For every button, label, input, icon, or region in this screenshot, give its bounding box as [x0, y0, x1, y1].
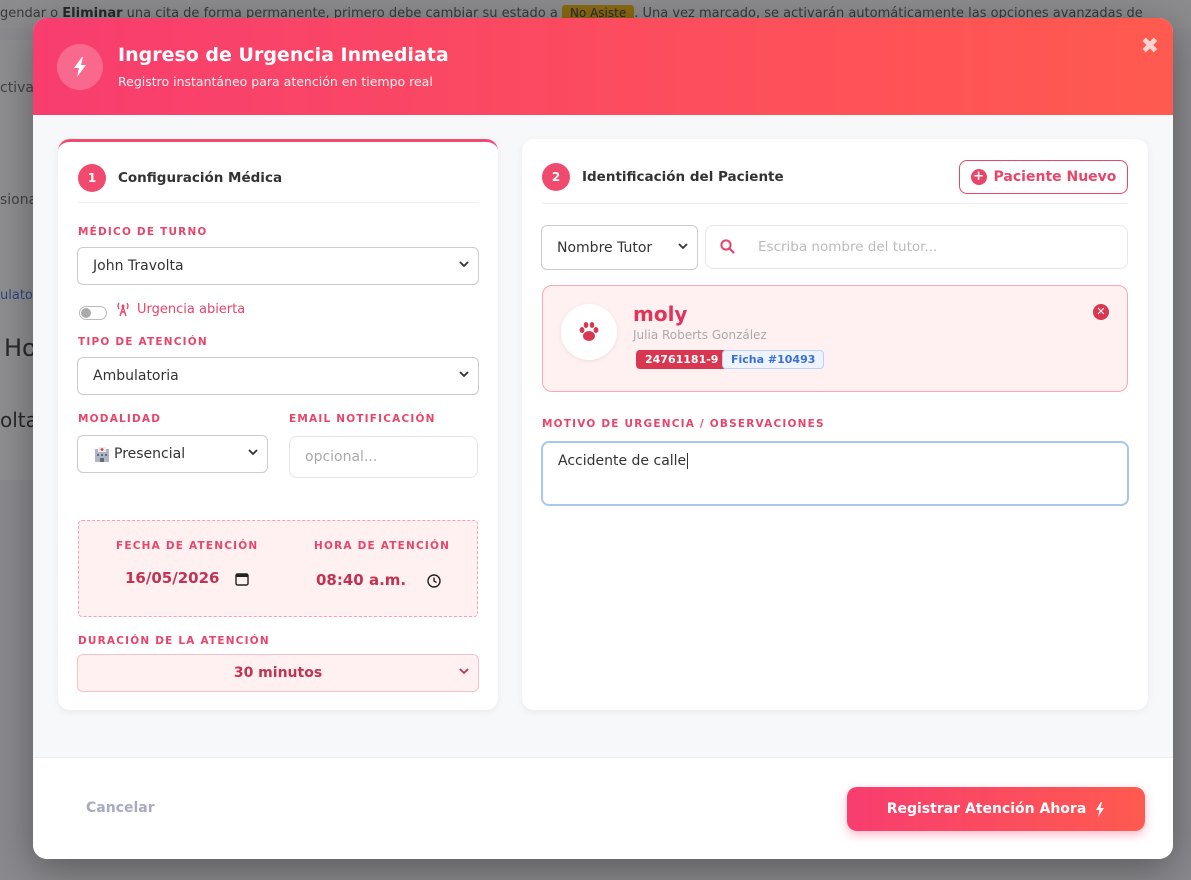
reason-textarea[interactable]: Accidente de calle	[541, 441, 1129, 506]
search-type-select[interactable]: Nombre Tutor	[541, 225, 698, 270]
doctor-label: MÉDICO DE TURNO	[78, 226, 208, 238]
text-cursor	[687, 453, 689, 469]
divider	[542, 203, 1128, 204]
date-time-box: FECHA DE ATENCIÓN 16/05/2026 HORA DE ATE…	[78, 520, 478, 617]
modal-footer: Cancelar Registrar Atención Ahora	[33, 757, 1173, 859]
medical-config-card: 1 Configuración Médica MÉDICO DE TURNO J…	[58, 139, 498, 710]
lightning-icon	[57, 44, 103, 90]
calendar-icon[interactable]	[235, 571, 249, 590]
new-patient-button[interactable]: + Paciente Nuevo	[959, 160, 1128, 194]
date-input[interactable]: 16/05/2026	[125, 569, 219, 587]
urgency-toggle-label: Urgencia abierta	[137, 302, 246, 317]
step-header: 1 Configuración Médica	[78, 164, 282, 192]
duration-value: 30 minutos	[233, 665, 323, 681]
register-attention-label: Registrar Atención Ahora	[886, 801, 1087, 817]
email-placeholder: opcional...	[305, 449, 378, 465]
modality-select[interactable]: Presencial	[77, 435, 268, 473]
search-placeholder: Escriba nombre del tutor...	[758, 239, 938, 255]
modality-value: Presencial	[114, 446, 186, 462]
step-number: 1	[78, 164, 106, 192]
patient-owner: Julia Roberts González	[633, 328, 767, 342]
modal-title: Ingreso de Urgencia Inmediata	[118, 44, 449, 66]
chevron-down-icon	[248, 447, 258, 460]
doctor-select-value: John Travolta	[93, 258, 184, 274]
attention-type-select[interactable]: Ambulatoria	[77, 357, 479, 395]
time-input[interactable]: 08:40 a.m.	[316, 571, 406, 589]
search-icon	[720, 239, 735, 258]
times-circle-icon[interactable]: ✕	[1093, 304, 1109, 320]
toggle-knob	[81, 308, 91, 318]
email-field[interactable]: opcional...	[289, 436, 478, 478]
chevron-down-icon	[459, 369, 469, 382]
register-attention-button[interactable]: Registrar Atención Ahora	[847, 787, 1145, 831]
divider	[78, 202, 478, 203]
modal-header: Ingreso de Urgencia Inmediata Registro i…	[33, 18, 1173, 115]
step-title: Configuración Médica	[118, 170, 283, 186]
clock-icon[interactable]	[427, 573, 441, 592]
modal-subtitle: Registro instantáneo para atención en ti…	[118, 74, 433, 89]
search-input[interactable]: Escriba nombre del tutor...	[705, 225, 1128, 269]
patient-file-badge: Ficha #10493	[722, 350, 825, 369]
urgency-toggle[interactable]	[79, 306, 107, 320]
close-icon[interactable]: ✖	[1141, 34, 1159, 59]
reason-label: MOTIVO DE URGENCIA / OBSERVACIONES	[542, 418, 825, 430]
patient-id-card: 2 Identificación del Paciente + Paciente…	[522, 139, 1148, 710]
broadcast-tower-icon	[115, 301, 131, 321]
lightning-icon	[1095, 801, 1105, 817]
plus-circle-icon: +	[970, 169, 987, 185]
patient-name: moly	[633, 302, 688, 326]
duration-select[interactable]: 30 minutos	[77, 654, 479, 692]
patient-rut-badge: 24761181-9	[636, 350, 728, 369]
selected-patient-card: moly Julia Roberts González 24761181-9 F…	[542, 285, 1128, 392]
duration-label: DURACIÓN DE LA ATENCIÓN	[78, 635, 270, 647]
step-title: Identificación del Paciente	[582, 169, 784, 185]
chevron-down-icon	[459, 666, 469, 679]
reason-value: Accidente de calle	[558, 453, 687, 469]
chevron-down-icon	[678, 241, 688, 254]
paw-icon	[561, 304, 617, 360]
urgency-modal: Ingreso de Urgencia Inmediata Registro i…	[33, 18, 1173, 859]
cancel-button[interactable]: Cancelar	[86, 800, 155, 816]
email-label: EMAIL NOTIFICACIÓN	[289, 413, 436, 425]
modality-label: MODALIDAD	[78, 413, 162, 425]
step-header: 2 Identificación del Paciente	[542, 163, 784, 191]
step-number: 2	[542, 163, 570, 191]
search-type-value: Nombre Tutor	[557, 239, 653, 256]
new-patient-label: Paciente Nuevo	[993, 169, 1117, 185]
chevron-down-icon	[459, 259, 469, 272]
attention-type-label: TIPO DE ATENCIÓN	[78, 336, 208, 348]
date-label: FECHA DE ATENCIÓN	[116, 540, 259, 552]
time-label: HORA DE ATENCIÓN	[314, 540, 451, 552]
attention-type-value: Ambulatoria	[93, 368, 179, 384]
doctor-select[interactable]: John Travolta	[77, 247, 479, 285]
hospital-icon	[93, 446, 111, 463]
